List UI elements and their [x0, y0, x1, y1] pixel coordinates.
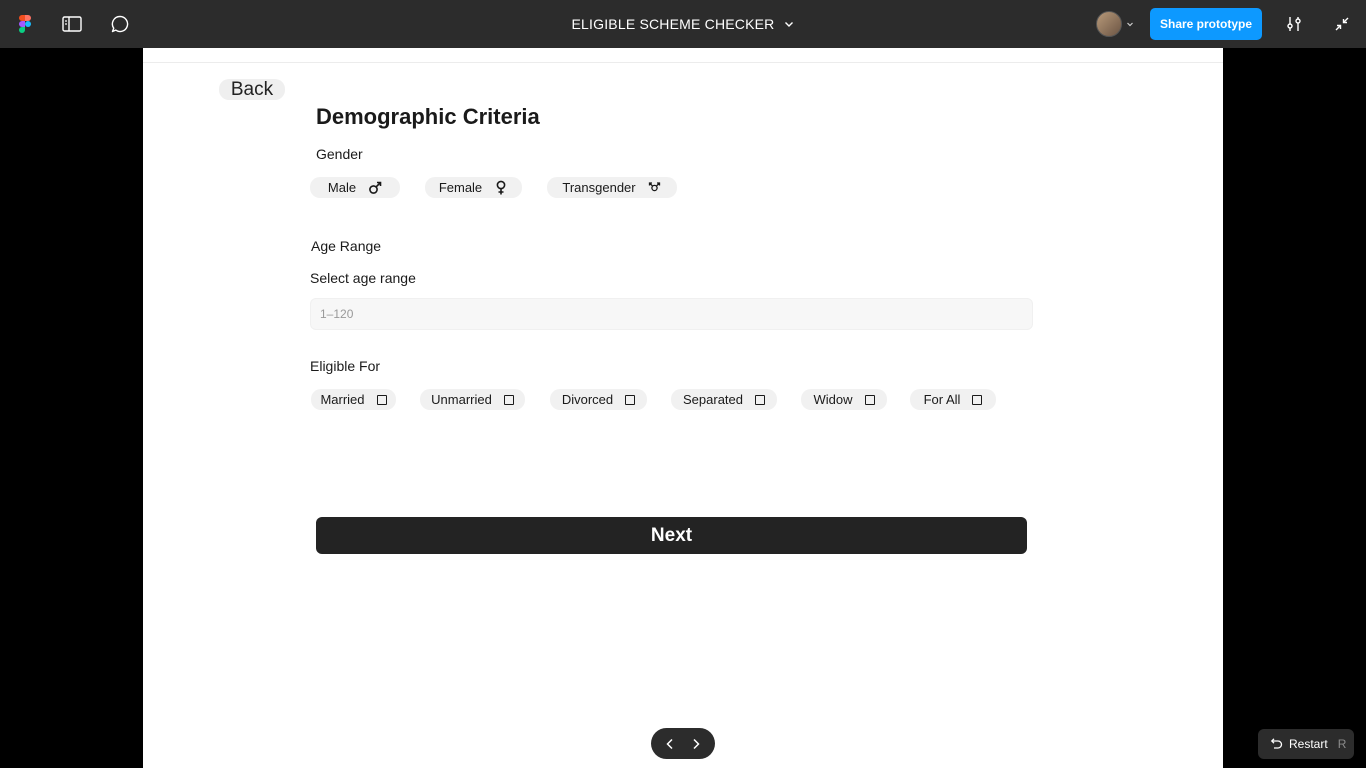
- eligible-option-label: Married: [320, 392, 365, 407]
- checkbox-icon[interactable]: [864, 394, 875, 405]
- prototype-toolbar: ELIGIBLE SCHEME CHECKER Share prototype: [0, 0, 1366, 48]
- checkbox-icon[interactable]: [625, 394, 636, 405]
- gender-option-female[interactable]: Female: [425, 177, 522, 198]
- male-symbol-icon: [368, 181, 382, 195]
- eligible-option-label: Widow: [813, 392, 853, 407]
- eligible-option-for-all[interactable]: For All: [910, 389, 996, 410]
- share-prototype-button[interactable]: Share prototype: [1150, 8, 1262, 40]
- age-range-input[interactable]: [310, 298, 1033, 330]
- project-title[interactable]: ELIGIBLE SCHEME CHECKER: [572, 16, 775, 32]
- eligible-option-divorced[interactable]: Divorced: [550, 389, 647, 410]
- figma-logo-icon[interactable]: [13, 12, 37, 36]
- collapse-icon[interactable]: [1330, 12, 1354, 36]
- checkbox-icon[interactable]: [972, 394, 983, 405]
- eligible-option-label: Separated: [683, 392, 743, 407]
- prototype-nav: [651, 728, 715, 759]
- eligible-option-label: Divorced: [561, 392, 614, 407]
- panel-toggle-icon[interactable]: [60, 12, 84, 36]
- back-button[interactable]: Back: [219, 79, 285, 100]
- eligible-option-separated[interactable]: Separated: [671, 389, 777, 410]
- checkbox-icon[interactable]: [376, 394, 387, 405]
- gender-label: Gender: [316, 146, 363, 162]
- sliders-icon[interactable]: [1282, 12, 1306, 36]
- transgender-symbol-icon: [648, 181, 662, 195]
- divider: [143, 62, 1223, 63]
- chevron-left-icon[interactable]: [660, 734, 680, 754]
- age-range-label: Age Range: [311, 238, 382, 254]
- eligible-option-married[interactable]: Married: [311, 389, 396, 410]
- restart-label: Restart: [1289, 737, 1328, 751]
- gender-option-label: Female: [438, 180, 483, 195]
- page-title: Demographic Criteria: [316, 104, 540, 129]
- eligible-option-label: For All: [923, 392, 961, 407]
- chevron-down-icon: [1127, 22, 1133, 27]
- avatar: [1096, 11, 1122, 37]
- restart-icon: [1270, 738, 1283, 749]
- user-menu[interactable]: [1096, 10, 1134, 38]
- next-button[interactable]: Next: [316, 517, 1027, 554]
- checkbox-icon[interactable]: [503, 394, 514, 405]
- comment-icon[interactable]: [108, 12, 132, 36]
- gender-option-male[interactable]: Male: [310, 177, 400, 198]
- chevron-right-icon[interactable]: [686, 734, 706, 754]
- gender-option-label: Transgender: [562, 180, 636, 195]
- restart-shortcut: R: [1337, 737, 1347, 751]
- checkbox-icon[interactable]: [755, 394, 765, 405]
- prototype-frame: Back Demographic Criteria Gender Male Fe…: [143, 48, 1223, 768]
- chevron-down-icon[interactable]: [783, 18, 795, 30]
- gender-option-label: Male: [327, 180, 357, 195]
- gender-option-transgender[interactable]: Transgender: [547, 177, 677, 198]
- eligible-option-widow[interactable]: Widow: [801, 389, 887, 410]
- select-age-range-label: Select age range: [310, 270, 416, 286]
- eligible-option-unmarried[interactable]: Unmarried: [420, 389, 525, 410]
- eligible-for-label: Eligible For: [310, 358, 381, 374]
- female-symbol-icon: [494, 180, 508, 195]
- restart-button[interactable]: Restart R: [1258, 729, 1354, 759]
- eligible-option-label: Unmarried: [431, 392, 492, 407]
